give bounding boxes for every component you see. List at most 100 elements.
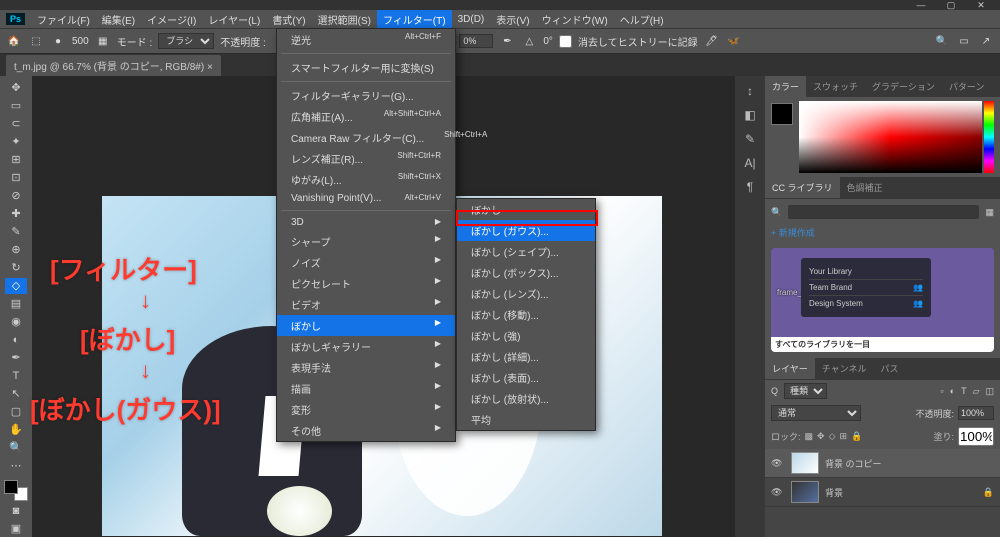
gradient-tool[interactable]: ▤: [5, 296, 27, 312]
erase-history-checkbox[interactable]: [559, 35, 572, 48]
tab-gradients[interactable]: グラデーション: [865, 76, 942, 97]
filter-menu-item[interactable]: ノイズ▶: [277, 252, 455, 273]
color-swatches[interactable]: [4, 480, 28, 501]
filter-menu-item[interactable]: ぼかしギャラリー▶: [277, 336, 455, 357]
blur-submenu-item[interactable]: ぼかし (レンズ)...: [457, 283, 595, 304]
filter-pixel-icon[interactable]: ▫: [940, 386, 943, 396]
hue-slider[interactable]: [984, 101, 994, 173]
filter-menu-item[interactable]: Vanishing Point(V)...Alt+Ctrl+V: [277, 190, 455, 207]
quickmask-icon[interactable]: ◙: [5, 503, 27, 519]
blur-submenu-item[interactable]: ぼかし (ボックス)...: [457, 262, 595, 283]
hand-tool[interactable]: ✋: [5, 422, 27, 438]
blend-mode-select[interactable]: 通常: [771, 405, 861, 421]
lock-position-icon[interactable]: ✥: [817, 431, 825, 442]
menu-layer[interactable]: レイヤー(L): [202, 10, 266, 29]
menu-type[interactable]: 書式(Y): [266, 10, 311, 29]
pen-tool[interactable]: ✒: [5, 350, 27, 366]
search-icon[interactable]: 🔍: [934, 33, 950, 49]
filter-menu-item[interactable]: ゆがみ(L)...Shift+Ctrl+X: [277, 169, 455, 190]
menu-select[interactable]: 選択範囲(S): [312, 10, 377, 29]
history-brush-tool[interactable]: ↻: [5, 260, 27, 276]
tab-adjustments[interactable]: 色調補正: [840, 177, 890, 198]
menu-edit[interactable]: 編集(E): [96, 10, 141, 29]
brush-preset-icon[interactable]: ●: [50, 33, 66, 49]
lock-pixels-icon[interactable]: ◇: [829, 431, 836, 442]
tab-patterns[interactable]: パターン: [942, 76, 992, 97]
home-icon[interactable]: 🏠: [6, 33, 22, 49]
zoom-tool[interactable]: 🔍: [5, 440, 27, 456]
tab-swatches[interactable]: スウォッチ: [806, 76, 865, 97]
filter-menu-item[interactable]: シャープ▶: [277, 231, 455, 252]
layer-opacity-input[interactable]: [958, 406, 994, 420]
layer-thumbnail[interactable]: [791, 481, 819, 503]
filter-adjust-icon[interactable]: ◐: [950, 386, 955, 396]
shape-tool[interactable]: ▢: [5, 404, 27, 420]
path-tool[interactable]: ↖: [5, 386, 27, 402]
color-spectrum[interactable]: [799, 101, 982, 173]
brush-tool[interactable]: ✎: [5, 224, 27, 240]
tab-paths[interactable]: パス: [873, 358, 905, 379]
menu-filter[interactable]: フィルター(T): [377, 10, 452, 29]
layer-name[interactable]: 背景 のコピー: [825, 457, 882, 470]
tab-cc-libraries[interactable]: CC ライブラリ: [765, 177, 840, 198]
butterfly-icon[interactable]: 🦋: [726, 33, 742, 49]
minimize-icon[interactable]: —: [906, 0, 936, 10]
document-tab[interactable]: t_m.jpg @ 66.7% (背景 のコピー, RGB/8#) ×: [6, 55, 221, 76]
filter-smart-icon[interactable]: ◫: [985, 386, 994, 397]
share-icon[interactable]: ↗: [978, 33, 994, 49]
brush-panel-icon[interactable]: ▦: [95, 33, 111, 49]
visibility-icon[interactable]: 👁: [771, 487, 785, 498]
filter-menu-item[interactable]: ぼかし▶: [277, 315, 455, 336]
more-tools[interactable]: ⋯: [5, 458, 27, 474]
maximize-icon[interactable]: ▢: [936, 0, 966, 10]
menu-help[interactable]: ヘルプ(H): [614, 10, 670, 29]
blur-submenu-item[interactable]: ぼかし (放射状)...: [457, 388, 595, 409]
blur-submenu-item[interactable]: ぼかし: [457, 199, 595, 220]
heal-tool[interactable]: ✚: [5, 206, 27, 222]
blur-submenu-item[interactable]: ぼかし (表面)...: [457, 367, 595, 388]
blur-submenu-item[interactable]: ぼかし (移動)...: [457, 304, 595, 325]
filter-type-icon[interactable]: T: [961, 386, 967, 396]
workspace-icon[interactable]: ▭: [956, 33, 972, 49]
frame-tool[interactable]: ⊡: [5, 170, 27, 186]
filter-menu-item[interactable]: 表現手法▶: [277, 357, 455, 378]
layer-thumbnail[interactable]: [791, 452, 819, 474]
blur-submenu-item[interactable]: ぼかし (ガウス)...: [457, 220, 595, 241]
eraser-tool[interactable]: ◇: [5, 278, 27, 294]
filter-menu-item[interactable]: レンズ補正(R)...Shift+Ctrl+R: [277, 148, 455, 169]
layer-kind-select[interactable]: 種類: [784, 383, 827, 399]
tab-color[interactable]: カラー: [765, 76, 806, 97]
blur-submenu-item[interactable]: ぼかし (シェイプ)...: [457, 241, 595, 262]
screenmode-icon[interactable]: ▣: [5, 521, 27, 537]
fill-input[interactable]: [958, 427, 994, 446]
properties-panel-icon[interactable]: ◧: [744, 108, 755, 122]
lock-artboard-icon[interactable]: ⊞: [840, 431, 848, 442]
dodge-tool[interactable]: ◐: [5, 332, 27, 348]
filter-menu-item[interactable]: 描画▶: [277, 378, 455, 399]
paragraph-panel-icon[interactable]: ¶: [747, 180, 753, 194]
filter-shape-icon[interactable]: ▱: [973, 386, 980, 397]
visibility-icon[interactable]: 👁: [771, 458, 785, 469]
blur-submenu-item[interactable]: ぼかし (詳細)...: [457, 346, 595, 367]
lib-search-input[interactable]: [788, 205, 979, 219]
filter-menu-item[interactable]: 変形▶: [277, 399, 455, 420]
lib-preview[interactable]: frame_top Your Library Team Brand👥 Desig…: [771, 248, 994, 352]
blur-tool[interactable]: ◉: [5, 314, 27, 330]
lib-item-design[interactable]: Design System: [809, 299, 863, 308]
filter-menu-item[interactable]: 広角補正(A)...Alt+Shift+Ctrl+A: [277, 106, 455, 127]
layer-row[interactable]: 👁 背景 🔒: [765, 478, 1000, 507]
layer-row[interactable]: 👁 背景 のコピー: [765, 449, 1000, 478]
blur-submenu-item[interactable]: ぼかし (強): [457, 325, 595, 346]
lasso-tool[interactable]: ⊂: [5, 116, 27, 132]
tab-channels[interactable]: チャンネル: [815, 358, 874, 379]
eyedropper-tool[interactable]: ⊘: [5, 188, 27, 204]
lib-grid-icon[interactable]: ▦: [985, 207, 994, 218]
layer-name[interactable]: 背景: [825, 486, 843, 499]
strength-input[interactable]: [459, 34, 493, 48]
filter-menu-item[interactable]: ビデオ▶: [277, 294, 455, 315]
wand-tool[interactable]: ✦: [5, 134, 27, 150]
lib-item-your[interactable]: Your Library: [809, 267, 852, 276]
menu-window[interactable]: ウィンドウ(W): [536, 10, 614, 29]
menu-3d[interactable]: 3D(D): [452, 12, 491, 27]
filter-menu-item[interactable]: スマートフィルター用に変換(S): [277, 57, 455, 78]
